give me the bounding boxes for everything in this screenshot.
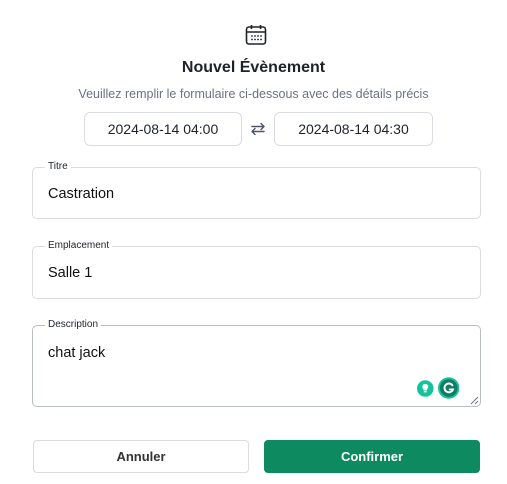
calendar-icon <box>245 25 267 45</box>
description-input-value[interactable]: chat jack <box>48 345 105 361</box>
location-field-label: Emplacement <box>45 240 113 252</box>
dialog-subtitle: Veuillez remplir le formulaire ci-dessou… <box>78 87 429 101</box>
cancel-button[interactable]: Annuler <box>33 440 249 473</box>
grammarly-icon[interactable] <box>437 377 459 399</box>
swap-arrows-icon[interactable] <box>249 120 267 138</box>
end-datetime-field[interactable]: 2024-08-14 04:30 <box>274 112 433 146</box>
title-field-label: Titre <box>45 161 71 173</box>
location-input-value[interactable]: Salle 1 <box>48 265 92 281</box>
dialog-title: Nouvel Évènement <box>181 59 326 76</box>
resize-handle-icon[interactable] <box>470 396 479 405</box>
description-textarea[interactable]: Description chat jack <box>32 319 481 407</box>
title-field[interactable]: Titre Castration <box>32 161 481 219</box>
grammarly-widget[interactable] <box>413 375 459 401</box>
description-field-label: Description <box>45 319 102 331</box>
location-field[interactable]: Emplacement Salle 1 <box>32 240 481 299</box>
start-datetime-field[interactable]: 2024-08-14 04:00 <box>84 112 242 146</box>
title-input-value[interactable]: Castration <box>48 186 114 202</box>
confirm-button[interactable]: Confirmer <box>264 440 480 473</box>
lightbulb-icon[interactable] <box>417 379 434 397</box>
